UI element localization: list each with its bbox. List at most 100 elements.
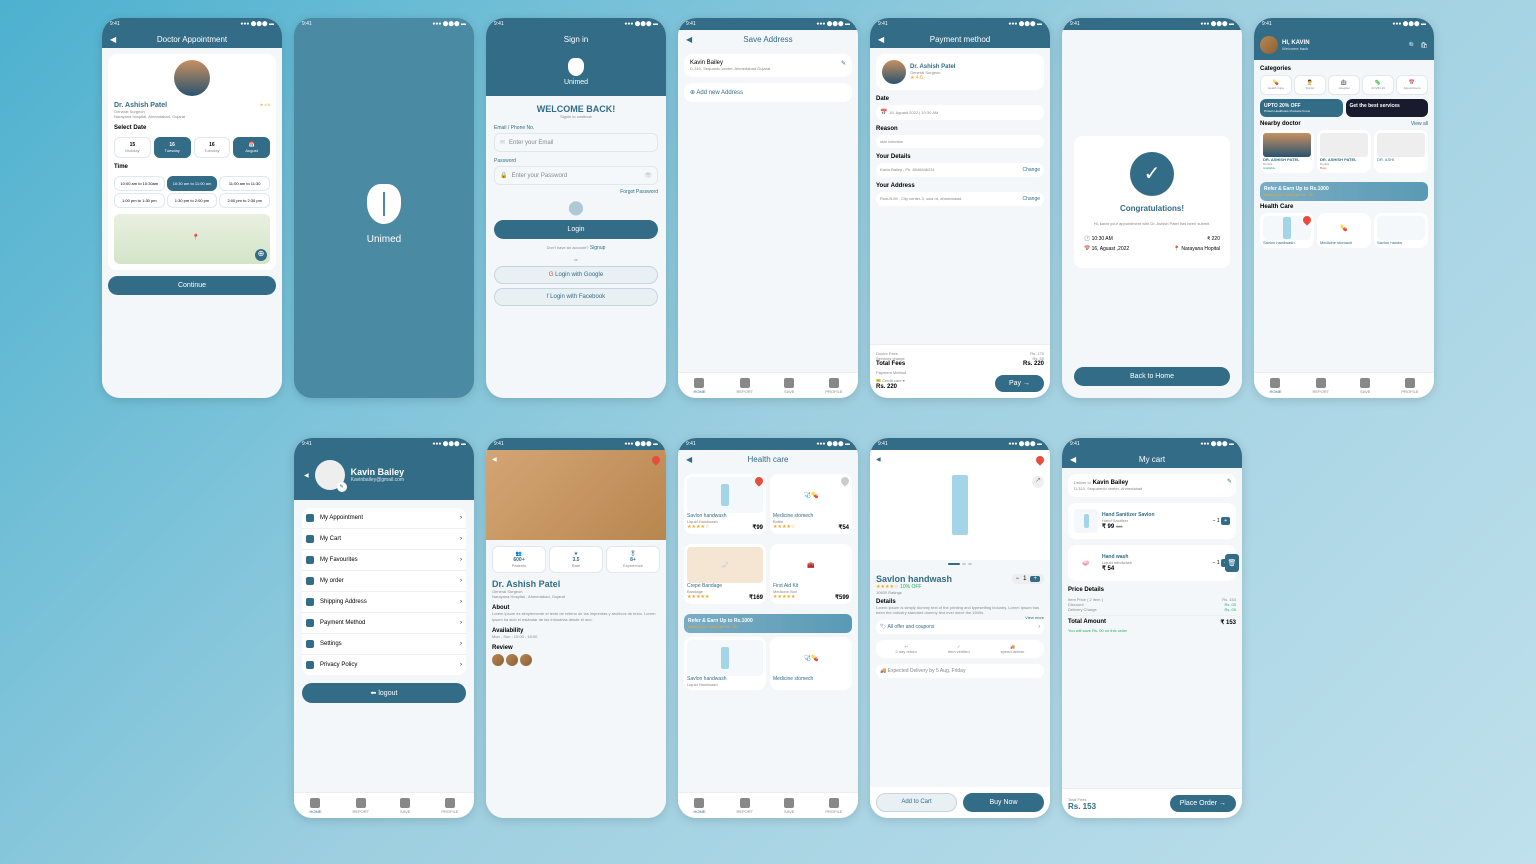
banner[interactable]: UPTO 20% OFFProtect Healthcare Products …	[1260, 99, 1343, 117]
product-card[interactable]: 🩹Crepe BandageBandage★★★★★₹169	[684, 544, 766, 604]
product-card[interactable]: 💊Medicine stomach	[1317, 213, 1371, 248]
back-icon[interactable]: ◀	[686, 35, 692, 44]
menu-shipping[interactable]: Shipping Address›	[302, 592, 466, 613]
nav-report[interactable]: REPORT	[736, 798, 753, 814]
date-chip[interactable]: 15Monday	[114, 137, 151, 158]
time-chip[interactable]: 1:00 pm to 1:30 pm	[114, 193, 165, 208]
pay-button[interactable]: Pay →	[995, 375, 1044, 392]
edit-avatar-icon[interactable]: ✎	[337, 482, 347, 492]
nav-profile[interactable]: PROFILE	[825, 378, 842, 394]
menu-order[interactable]: My order›	[302, 571, 466, 592]
qty-stepper[interactable]: − 1 +	[1213, 518, 1230, 524]
menu-favourites[interactable]: My Favourites›	[302, 550, 466, 571]
banner[interactable]: Get the best services	[1346, 99, 1429, 117]
heart-icon[interactable]	[1034, 454, 1045, 465]
password-input[interactable]: 🔒Enter your Password👁	[494, 166, 658, 185]
signup-link[interactable]: Signup	[590, 245, 606, 251]
nav-save[interactable]: SAVE	[400, 798, 410, 814]
nav-home[interactable]: HOME	[693, 378, 705, 394]
back-icon[interactable]: ◀	[110, 35, 116, 44]
share-icon[interactable]: ↗	[1032, 476, 1044, 488]
product-card[interactable]: 🧰First Aid KitMedicine Box★★★★★₹599	[770, 544, 852, 604]
back-home-button[interactable]: Back to Home	[1074, 367, 1230, 386]
screen-save-address: 9:41●●● ⬤⬤⬤ ▬ ◀Save Address Kavin Bailey…	[678, 18, 858, 398]
nav-save[interactable]: SAVE	[784, 378, 794, 394]
time-chip[interactable]: 10:00 am to 10:30am	[114, 176, 165, 191]
product-card[interactable]: Savlon handwash	[1260, 213, 1314, 248]
product-card[interactable]: 🩺💊Medicine stomech	[770, 637, 852, 690]
product-card[interactable]: 🩺💊Medicine stomechBottle★★★★☆₹54	[770, 474, 852, 534]
nav-report[interactable]: REPORT	[1312, 378, 1329, 394]
product-card[interactable]: Savlon handwashLiquid Handwash	[684, 637, 766, 690]
refer-banner[interactable]: Refer & Earn Up to Rs.1000invite your fr…	[1260, 182, 1428, 201]
delete-icon[interactable]: 🗑	[1225, 554, 1239, 572]
forgot-password-link[interactable]: Forgot Password	[494, 189, 658, 195]
change-link[interactable]: Change	[1022, 167, 1040, 173]
refer-banner[interactable]: Refer & Earn Up to Rs.1000invite your fr…	[684, 614, 852, 633]
fingerprint-icon[interactable]: ⬤	[494, 199, 658, 216]
screen-appointment: 9:41●●● ⬤⬤⬤ ▬ ◀Doctor Appointment Dr. As…	[102, 18, 282, 398]
back-icon[interactable]: ◀	[876, 456, 881, 463]
continue-button[interactable]: Continue	[108, 276, 276, 295]
edit-icon[interactable]: ✎	[1227, 478, 1232, 485]
category-chip[interactable]: 🦠COVID-19	[1362, 75, 1394, 95]
menu-appointment[interactable]: My Appointment›	[302, 508, 466, 529]
back-icon[interactable]: ◀	[304, 472, 309, 479]
place-order-button[interactable]: Place Order →	[1170, 795, 1236, 812]
doctor-name: Dr. Ashish Patel	[114, 102, 185, 109]
menu-payment[interactable]: Payment Method›	[302, 613, 466, 634]
category-chip[interactable]: 👨‍⚕️Doctor	[1294, 75, 1326, 95]
back-icon[interactable]: ◀	[492, 456, 497, 463]
nav-report[interactable]: REPORT	[352, 798, 369, 814]
menu-cart[interactable]: My Cart›	[302, 529, 466, 550]
view-all-link[interactable]: View all	[1411, 121, 1428, 127]
doctor-card[interactable]: DR. ASHI	[1374, 130, 1428, 173]
change-link[interactable]: Change	[1022, 196, 1040, 202]
category-chip[interactable]: 📅Appointment	[1396, 75, 1428, 95]
time-chip[interactable]: 10:30 am to 11:00 am	[167, 176, 218, 191]
menu-settings[interactable]: Settings›	[302, 634, 466, 655]
nav-home[interactable]: HOME	[309, 798, 321, 814]
nav-profile[interactable]: PROFILE	[1401, 378, 1418, 394]
doctor-card[interactable]: DR. ASHISH PATELDentistAvailable	[1260, 130, 1314, 173]
nav-profile[interactable]: PROFILE	[441, 798, 458, 814]
back-icon[interactable]: ◀	[686, 455, 692, 464]
nav-save[interactable]: SAVE	[784, 798, 794, 814]
calendar-button[interactable]: 📅August	[233, 137, 270, 158]
heart-icon[interactable]	[650, 454, 661, 465]
cart-icon[interactable]: 🛍	[1420, 42, 1428, 49]
add-cart-button[interactable]: Add to Cart	[876, 793, 957, 812]
google-button[interactable]: G Login with Google	[494, 266, 658, 284]
address-card[interactable]: Kavin BaileyD-310, Sequardo center, Ahme…	[684, 54, 852, 77]
product-card[interactable]: Savlon handwashLiquid Handwash★★★★☆₹99	[684, 474, 766, 534]
category-chip[interactable]: 💊Health Care	[1260, 75, 1292, 95]
date-chip[interactable]: 16Tuesday	[194, 137, 231, 158]
date-chip[interactable]: 16Tuesday	[154, 137, 191, 158]
map-view[interactable]: 📍⊕	[114, 214, 270, 264]
facebook-button[interactable]: f Login with Facebook	[494, 288, 658, 306]
nav-profile[interactable]: PROFILE	[825, 798, 842, 814]
back-icon[interactable]: ◀	[1070, 455, 1076, 464]
product-card[interactable]: Savlon handw	[1374, 213, 1428, 248]
qty-stepper[interactable]: −1+	[1012, 574, 1044, 584]
logo-icon	[568, 58, 584, 76]
nav-home[interactable]: HOME	[693, 798, 705, 814]
offers-button[interactable]: 🏷 All offer and coupons ›	[876, 620, 1044, 634]
time-chip[interactable]: 2:00 pm to 2:30 pm	[219, 193, 270, 208]
edit-icon[interactable]: ✎	[841, 60, 846, 67]
back-icon[interactable]: ◀	[878, 35, 884, 44]
add-address-button[interactable]: ⊕ Add new Address	[684, 83, 852, 102]
login-button[interactable]: Login	[494, 220, 658, 239]
nav-home[interactable]: HOME	[1269, 378, 1281, 394]
time-chip[interactable]: 1:30 pm to 2:00 pm	[167, 193, 218, 208]
search-icon[interactable]: 🔍	[1409, 42, 1416, 49]
logout-button[interactable]: ⬅ logout	[302, 683, 466, 703]
email-input[interactable]: ✉Enter your Email	[494, 133, 658, 152]
category-chip[interactable]: 🏥Hospital	[1328, 75, 1360, 95]
doctor-card[interactable]: DR. ASHISH PATELDentistBusy	[1317, 130, 1371, 173]
time-chip[interactable]: 11:00 am to 11:30	[219, 176, 270, 191]
nav-report[interactable]: REPORT	[736, 378, 753, 394]
nav-save[interactable]: SAVE	[1360, 378, 1370, 394]
buy-now-button[interactable]: Buy Now	[963, 793, 1044, 812]
menu-privacy[interactable]: Privacy Policy›	[302, 655, 466, 675]
